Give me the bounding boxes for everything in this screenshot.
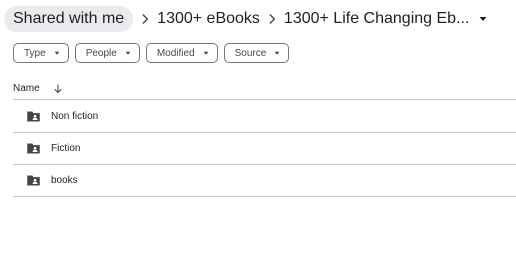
dropdown-caret-icon <box>203 50 209 56</box>
chevron-right-icon <box>260 6 284 32</box>
file-list: Non fiction Fiction books <box>13 101 516 197</box>
list-item[interactable]: Fiction <box>13 133 516 165</box>
filter-people-chip[interactable]: People <box>74 43 140 63</box>
breadcrumb-ebooks[interactable]: 1300+ eBooks <box>157 10 260 28</box>
dropdown-caret-icon <box>274 50 280 56</box>
filter-source-chip[interactable]: Source <box>223 43 290 63</box>
breadcrumb-current-folder[interactable]: 1300+ Life Changing Eb... <box>284 10 469 28</box>
filter-modified-chip[interactable]: Modified <box>145 43 218 63</box>
filter-source-label: Source <box>234 47 267 59</box>
chevron-right-icon <box>133 6 157 32</box>
dropdown-caret-icon <box>54 50 60 56</box>
shared-folder-icon <box>25 173 41 189</box>
dropdown-caret-icon <box>125 50 131 56</box>
list-item[interactable]: Non fiction <box>13 101 516 133</box>
filter-bar: Type People Modified Source <box>13 43 290 63</box>
breadcrumb-shared-with-me[interactable]: Shared with me <box>4 6 134 32</box>
folder-name: Non fiction <box>51 111 99 122</box>
filter-type-chip[interactable]: Type <box>13 43 69 63</box>
name-column-header[interactable]: Name <box>13 83 40 94</box>
sort-arrow-down-icon[interactable] <box>52 83 64 95</box>
filter-people-label: People <box>85 47 117 59</box>
list-item[interactable]: books <box>13 165 516 197</box>
folder-name: books <box>51 175 78 186</box>
file-list-header: Name <box>13 78 516 100</box>
filter-modified-label: Modified <box>156 47 195 59</box>
filter-type-label: Type <box>24 47 46 59</box>
breadcrumb: Shared with me 1300+ eBooks 1300+ Life C… <box>0 6 516 32</box>
folder-actions-dropdown-icon[interactable] <box>473 9 493 29</box>
folder-name: Fiction <box>51 143 81 154</box>
shared-folder-icon <box>25 141 41 157</box>
shared-folder-icon <box>25 109 41 125</box>
